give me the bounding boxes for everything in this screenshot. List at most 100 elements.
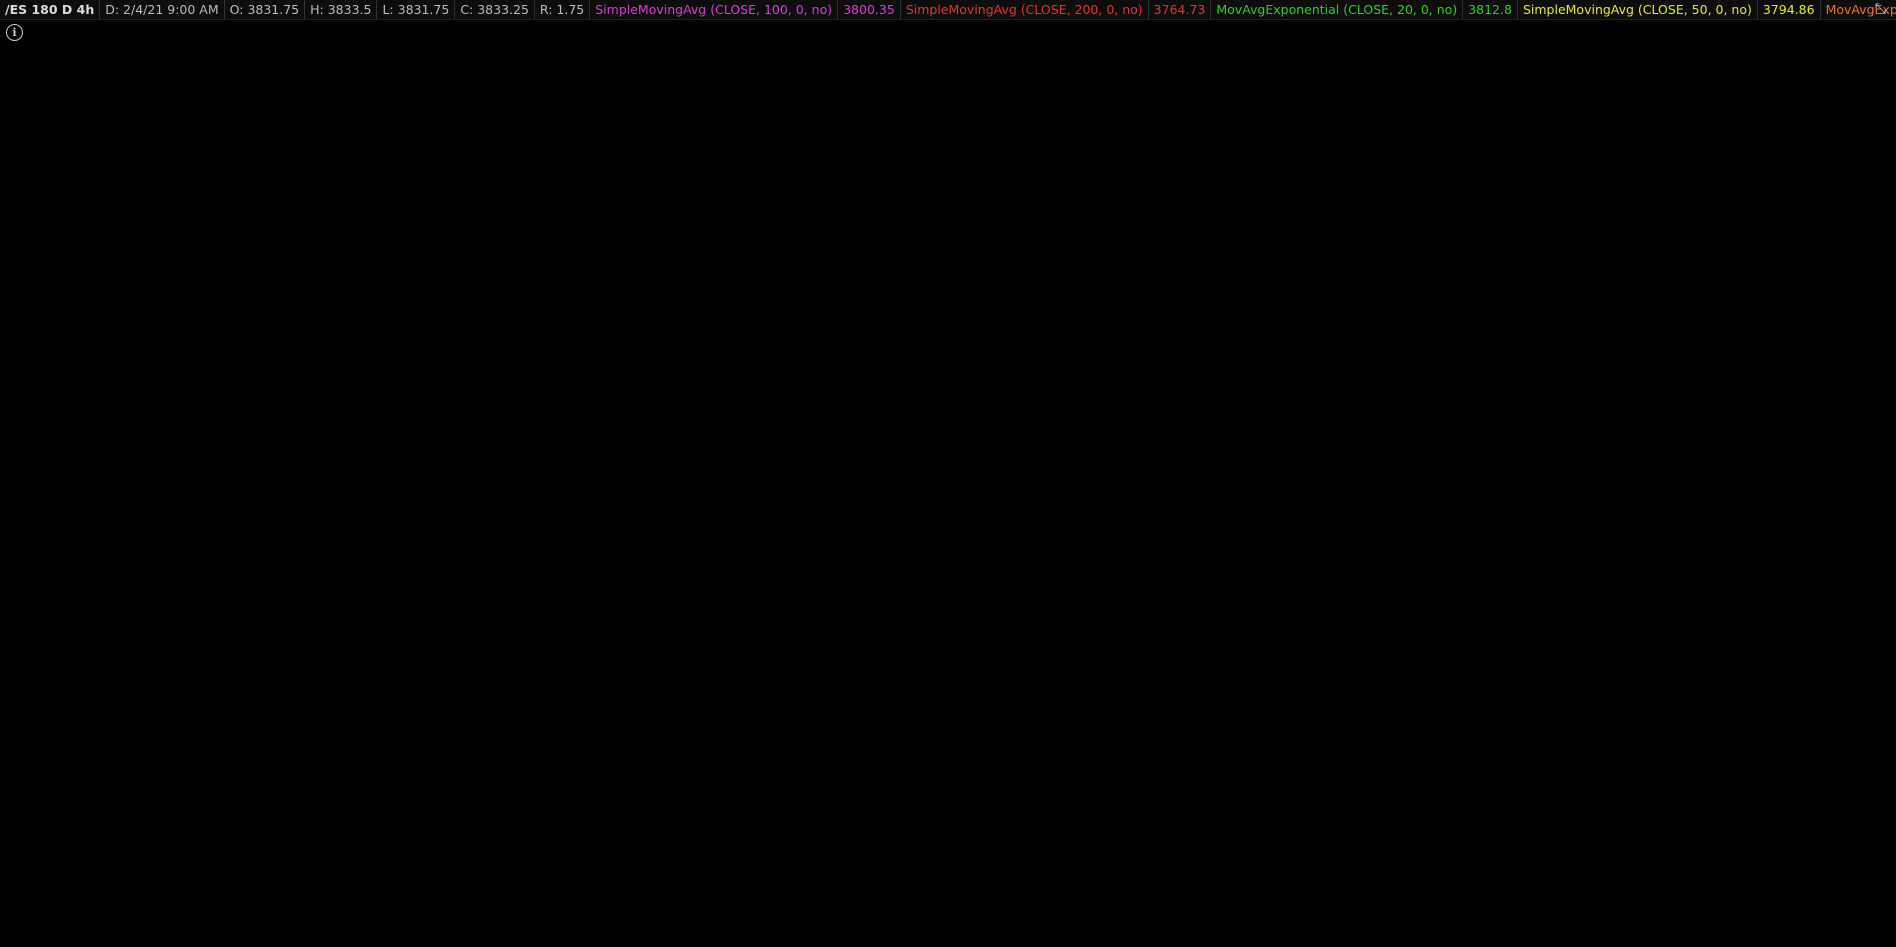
volume-bar	[365, 909, 371, 917]
volume-bar	[137, 899, 144, 917]
candle-body	[744, 191, 751, 220]
date-tick-label: 2/12	[1494, 921, 1521, 935]
candle-body	[298, 227, 304, 246]
candle-body	[483, 247, 489, 257]
fib-diagonal-lower	[995, 166, 1126, 476]
volume-bar	[904, 898, 911, 917]
price-badge-label: 3833.25	[1830, 177, 1880, 191]
range-readout: R: 1.75	[535, 0, 591, 19]
fib-right-label-upper: $3818.22	[1763, 193, 1820, 207]
volume-bar	[567, 906, 574, 917]
indicator-label[interactable]: SimpleMovingAvg (CLOSE, 200, 0, no)	[901, 0, 1149, 19]
candle-body	[70, 425, 76, 438]
fib-left-label-lower: 78.6%	[996, 393, 1034, 407]
volume-bar	[525, 897, 532, 917]
volume-bar	[28, 897, 34, 917]
candle-body	[171, 237, 178, 244]
fib-left-label-lower: 50.0%	[996, 305, 1034, 319]
candle-body	[567, 159, 574, 175]
volume-bar	[78, 899, 85, 917]
price-tick-label: 3800	[1834, 232, 1865, 246]
volume-bar	[719, 908, 725, 917]
candle-body	[314, 228, 321, 245]
candle-body	[888, 406, 894, 429]
candle-body	[373, 283, 380, 289]
volume-bar	[980, 908, 987, 917]
candle-body	[416, 313, 422, 316]
candle-body	[205, 232, 211, 254]
collapse-icon[interactable]: ⤡	[1875, 1, 1886, 17]
candle-body	[1073, 182, 1079, 185]
symbol-label[interactable]: /ES 180 D 4h	[0, 0, 101, 19]
candle-body	[736, 171, 742, 200]
fib-right-label-upper: $3705.06	[1763, 379, 1820, 393]
candle-body	[609, 168, 616, 172]
volume-bar	[1183, 903, 1189, 917]
volume-bar	[829, 902, 835, 917]
consolidation-note: 36~ hours of bullish	[1271, 301, 1432, 320]
price-tick-label: 3900	[1834, 67, 1865, 81]
volume-bar	[399, 903, 405, 917]
candle-body	[702, 167, 709, 170]
volume-bar	[205, 897, 211, 917]
candle-body	[348, 250, 355, 260]
candle-body	[154, 253, 161, 268]
indicator-value: 3800.35	[838, 0, 901, 19]
volume-bar	[449, 906, 456, 917]
candle-body	[1132, 192, 1138, 195]
candle-body	[62, 416, 68, 419]
candle-body	[407, 309, 414, 317]
price-tick-label: 3820	[1834, 199, 1865, 213]
date-tick-label: 1/29	[915, 921, 942, 935]
volume-bar	[213, 905, 220, 917]
fib-left-label-lower: 100.0%	[996, 459, 1042, 473]
volume-bar	[837, 907, 843, 917]
volume-bar	[593, 901, 599, 917]
candle-body	[432, 297, 439, 303]
date-tick-label: 2/21	[1811, 921, 1838, 935]
date-tick-label: 1/14	[387, 921, 414, 935]
price-badge-label: 3800.35	[1830, 231, 1880, 245]
indicator-label[interactable]: SimpleMovingAvg (CLOSE, 50, 0, no)	[1518, 0, 1758, 19]
candle-body	[921, 314, 928, 320]
volume-bar	[854, 898, 860, 917]
candle-body	[955, 239, 961, 250]
indicator-label[interactable]: MovAvgExponential (CLOSE, 20, 0, no)	[1211, 0, 1464, 19]
candle-body	[660, 186, 666, 203]
level-3750-box	[801, 447, 1831, 467]
candle-body	[247, 249, 253, 257]
indicator-label[interactable]: SimpleMovingAvg (CLOSE, 100, 0, no)	[590, 0, 839, 19]
fib-right-label-lower: $3612.37	[1763, 532, 1820, 546]
volume-bar	[416, 901, 422, 917]
volume-bar	[475, 901, 481, 917]
candle-body	[584, 161, 591, 164]
volume-bar	[36, 905, 43, 917]
volume-bar	[357, 900, 363, 917]
fib-right-label-upper: $3783.65	[1763, 250, 1820, 264]
volume-bar	[803, 907, 810, 917]
volume-bar	[466, 897, 473, 917]
indicator-value: 3764.73	[1149, 0, 1212, 19]
sma-200-line	[0, 295, 1191, 464]
candle-body	[449, 270, 456, 284]
candle-body	[239, 244, 245, 247]
volume-bar	[458, 903, 464, 917]
volume-bar	[171, 897, 178, 917]
candle-body	[1056, 187, 1063, 194]
price-badge	[1827, 209, 1877, 226]
date-tick-label: 1/19	[493, 921, 520, 935]
candle-body	[121, 280, 127, 290]
scrollbar-thumb	[90, 940, 126, 946]
date-tick-label: 1/21	[598, 921, 625, 935]
price-chart[interactable]: 123.6% $3910.81 100.0% $3862.25 78.6% $3818.2…	[0, 0, 1896, 947]
date-tick-label: 2/18	[1705, 921, 1732, 935]
candle-body	[475, 248, 481, 271]
candle-body	[837, 272, 843, 331]
info-icon[interactable]: i	[6, 24, 23, 41]
candle-body	[753, 234, 759, 259]
candle-body	[879, 427, 886, 440]
candle-body	[424, 291, 430, 297]
date-tick-label: 1/22	[651, 921, 678, 935]
price-tick-label: 3620	[1834, 528, 1865, 542]
candle-body	[112, 295, 119, 316]
